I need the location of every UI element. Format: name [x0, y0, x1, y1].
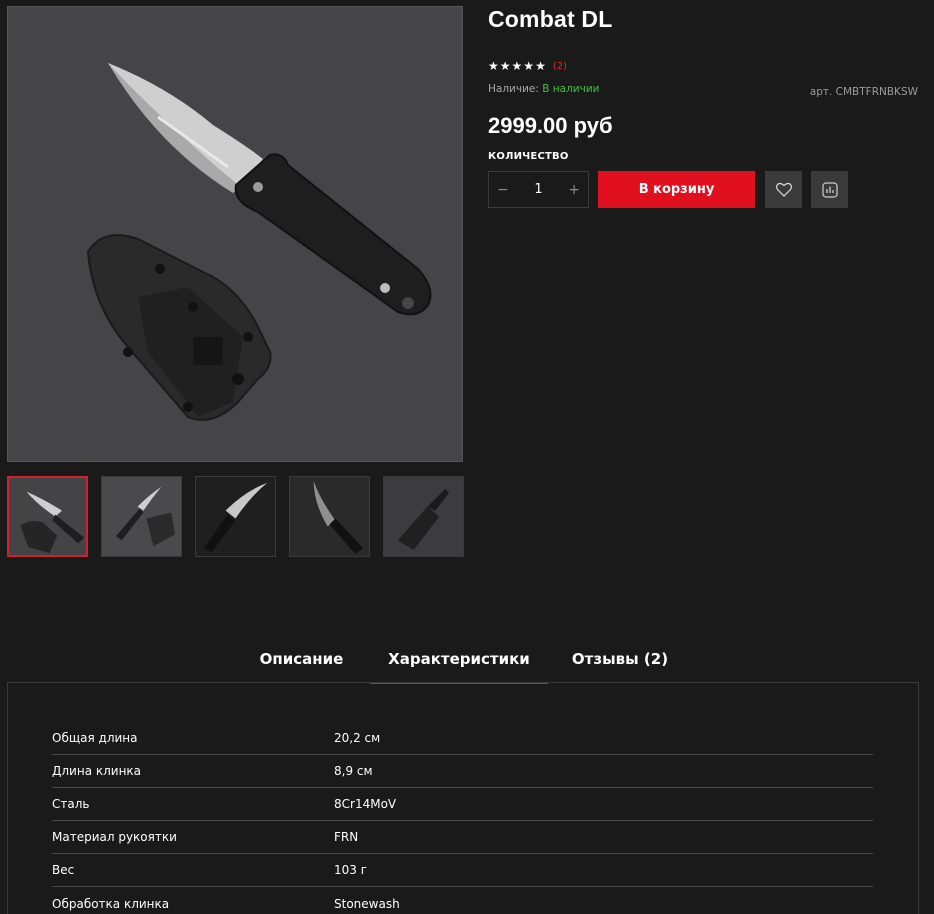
spec-value: 103 г: [334, 863, 368, 877]
star-icon: ★: [535, 59, 546, 73]
knife-photo: [8, 7, 462, 461]
spec-name: Вес: [52, 863, 75, 877]
table-row: Материал рукоятки FRN: [52, 821, 873, 854]
availability-label: Наличие:: [488, 83, 539, 95]
product-price: 2999.00 руб: [488, 113, 613, 138]
rating[interactable]: ★ ★ ★ ★ ★ (2): [488, 60, 567, 72]
increase-button[interactable]: +: [568, 182, 580, 198]
table-row: Длина клинка 8,9 см: [52, 755, 873, 788]
thumbnail-5[interactable]: [383, 476, 464, 557]
tab-description[interactable]: Описание: [244, 640, 359, 684]
main-product-image[interactable]: [7, 6, 463, 462]
add-to-cart-button[interactable]: В корзину: [598, 171, 755, 208]
spec-name: Общая длина: [52, 731, 138, 745]
compare-chart-icon: [821, 181, 838, 198]
quantity-value[interactable]: 1: [534, 182, 542, 197]
availability: Наличие: В наличии: [488, 83, 599, 95]
quantity-label: КОЛИЧЕСТВО: [488, 151, 569, 162]
decrease-button[interactable]: −: [497, 182, 509, 198]
spec-value: FRN: [334, 830, 359, 844]
tab-reviews[interactable]: Отзывы (2): [560, 640, 680, 684]
spec-name: Материал рукоятки: [52, 830, 177, 844]
table-row: Сталь 8Cr14MoV: [52, 788, 873, 821]
availability-value: В наличии: [542, 83, 600, 95]
star-icon: ★: [511, 59, 523, 73]
heart-icon: [775, 182, 792, 197]
star-icon: ★: [523, 59, 535, 73]
tab-specifications[interactable]: Характеристики: [370, 640, 548, 684]
thumbnail-2[interactable]: [101, 476, 182, 557]
spec-name: Сталь: [52, 797, 90, 811]
star-icon: ★: [499, 59, 511, 73]
spec-value: 8,9 см: [334, 764, 373, 778]
thumbnail-3[interactable]: [195, 476, 276, 557]
thumbnail-strip: [7, 476, 464, 557]
product-title: Combat DL: [488, 6, 613, 32]
favorite-button[interactable]: [765, 171, 802, 208]
quantity-stepper[interactable]: − 1 +: [488, 171, 589, 208]
table-row: Вес 103 г: [52, 854, 873, 887]
thumbnail-4[interactable]: [289, 476, 370, 557]
product-sku: арт. CMBTFRNBKSW: [809, 86, 918, 98]
specs-table: Общая длина 20,2 см Длина клинка 8,9 см …: [52, 722, 873, 914]
compare-button[interactable]: [811, 171, 848, 208]
product-tabs: Описание Характеристики Отзывы (2): [0, 640, 934, 684]
thumbnail-1[interactable]: [7, 476, 88, 557]
spec-value: Stonewash: [334, 896, 400, 911]
rating-count[interactable]: (2): [553, 61, 567, 72]
spec-name: Обработка клинка: [52, 896, 170, 911]
table-row: Общая длина 20,2 см: [52, 722, 873, 755]
spec-value: 8Cr14MoV: [334, 797, 397, 811]
table-row: Обработка клинка Stonewash: [52, 887, 873, 914]
spec-name: Длина клинка: [52, 764, 142, 778]
star-icon: ★: [488, 59, 499, 73]
spec-value: 20,2 см: [334, 731, 381, 745]
